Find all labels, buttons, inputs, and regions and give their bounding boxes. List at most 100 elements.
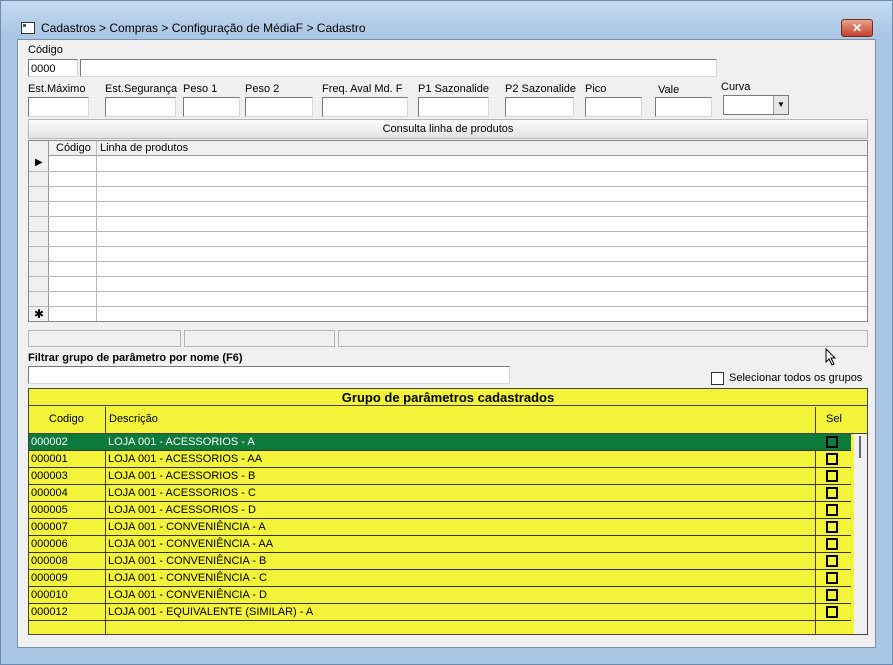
grupo-sel-checkbox[interactable] — [826, 436, 838, 448]
grupo-codigo-cell: 000007 — [31, 521, 68, 533]
grupo-row[interactable]: 000009 LOJA 001 - CONVENIÊNCIA - C — [29, 570, 851, 587]
p1-sazonalide-input[interactable] — [418, 97, 489, 117]
peso1-label: Peso 1 — [183, 83, 218, 95]
current-row-arrow-icon: ▶ — [35, 157, 43, 168]
grupos-grid-header: Codigo Descrição Sel — [29, 407, 867, 434]
grupo-descricao-cell: LOJA 001 - ACESSORIOS - B — [108, 470, 256, 482]
grupo-row[interactable]: 000008 LOJA 001 - CONVENIÊNCIA - B — [29, 553, 851, 570]
window-title: Cadastros > Compras > Configuração de Mé… — [41, 21, 366, 35]
consulta-linha-produtos-button[interactable]: Consulta linha de produtos — [28, 119, 868, 139]
codigo-label: Código — [28, 44, 63, 56]
grupo-row[interactable]: 000003 LOJA 001 - ACESSORIOS - B — [29, 468, 851, 485]
grupo-sel-checkbox[interactable] — [826, 589, 838, 601]
col-header-descricao[interactable]: Descrição — [109, 413, 158, 425]
grupo-sel-checkbox[interactable] — [826, 555, 838, 567]
curva-select[interactable]: ▼ — [723, 95, 789, 115]
col-header-sel[interactable]: Sel — [826, 413, 842, 425]
filter-label: Filtrar grupo de parâmetro por nome (F6) — [28, 352, 243, 364]
grupo-row[interactable]: 000006 LOJA 001 - CONVENIÊNCIA - AA — [29, 536, 851, 553]
grupo-descricao-cell: LOJA 001 - EQUIVALENTE (SIMILAR) - A — [108, 606, 314, 618]
grupo-sel-checkbox[interactable] — [826, 606, 838, 618]
title-bar[interactable]: Cadastros > Compras > Configuração de Mé… — [1, 1, 892, 37]
col-header-linha-produtos[interactable]: Linha de produtos — [100, 142, 188, 154]
peso2-input[interactable] — [245, 97, 313, 117]
grid-row-divider — [29, 246, 867, 247]
col-header-codigo-grupo[interactable]: Codigo — [49, 413, 84, 425]
select-all-checkbox[interactable] — [711, 372, 724, 385]
est-seguranca-label: Est.Segurança — [105, 83, 178, 95]
freq-aval-label: Freq. Aval Md. F — [322, 83, 403, 95]
select-all-label[interactable]: Selecionar todos os grupos — [729, 372, 862, 384]
app-icon — [21, 22, 35, 34]
status-panel-1 — [28, 330, 181, 347]
descricao-input[interactable] — [80, 59, 717, 77]
curva-label: Curva — [721, 81, 751, 93]
grupo-sel-checkbox[interactable] — [826, 487, 838, 499]
scrollbar-thumb[interactable] — [859, 436, 861, 458]
grupo-descricao-cell: LOJA 001 - CONVENIÊNCIA - B — [108, 555, 267, 567]
grupo-codigo-cell: 000003 — [31, 470, 68, 482]
grid-row-divider — [29, 291, 867, 292]
p2-sazonalide-label: P2 Sazonalide — [505, 83, 576, 95]
grid-row-divider — [29, 171, 867, 172]
close-button[interactable]: ✕ — [841, 19, 873, 37]
grupo-descricao-cell: LOJA 001 - CONVENIÊNCIA - AA — [108, 538, 274, 550]
grupo-sel-checkbox[interactable] — [826, 521, 838, 533]
p2-sazonalide-input[interactable] — [505, 97, 574, 117]
grid-row-divider — [29, 231, 867, 232]
pico-input[interactable] — [585, 97, 642, 117]
grupo-sel-checkbox[interactable] — [826, 504, 838, 516]
col-header-codigo[interactable]: Código — [56, 142, 91, 154]
status-panel-3 — [338, 330, 868, 347]
p1-sazonalide-label: P1 Sazonalide — [418, 83, 489, 95]
freq-aval-input[interactable] — [322, 97, 408, 117]
form-client-area: Código 0000 Est.Máximo Est.Segurança Pes… — [17, 39, 876, 648]
grupo-sel-checkbox[interactable] — [826, 572, 838, 584]
grupo-sel-checkbox[interactable] — [826, 470, 838, 482]
grupos-panel: Grupo de parâmetros cadastrados Codigo D… — [28, 388, 868, 635]
grupo-codigo-cell: 000008 — [31, 555, 68, 567]
grupo-sel-checkbox[interactable] — [826, 453, 838, 465]
produtos-grid[interactable]: Código Linha de produtos ▶ ✱ — [28, 140, 868, 322]
grid-row-divider — [29, 276, 867, 277]
est-maximo-input[interactable] — [28, 97, 89, 117]
status-panel-2 — [184, 330, 335, 347]
chevron-down-icon[interactable]: ▼ — [773, 96, 788, 114]
vale-label: Vale — [658, 84, 680, 96]
grupo-row[interactable]: 000005 LOJA 001 - ACESSORIOS - D — [29, 502, 851, 519]
grupo-sel-checkbox[interactable] — [826, 538, 838, 550]
grupo-codigo-cell: 000010 — [31, 589, 68, 601]
app-window: Cadastros > Compras > Configuração de Mé… — [0, 0, 893, 665]
grid-row-divider — [29, 216, 867, 217]
grupo-descricao-cell: LOJA 001 - ACESSORIOS - A — [108, 436, 255, 448]
grupo-descricao-cell: LOJA 001 - ACESSORIOS - AA — [108, 453, 263, 465]
grupo-descricao-cell: LOJA 001 - CONVENIÊNCIA - D — [108, 589, 267, 601]
grupo-codigo-cell: 000005 — [31, 504, 68, 516]
grupo-row[interactable]: 000007 LOJA 001 - CONVENIÊNCIA - A — [29, 519, 851, 536]
grupos-vertical-scrollbar[interactable] — [854, 434, 867, 634]
grupo-descricao-cell: LOJA 001 - ACESSORIOS - D — [108, 504, 256, 516]
grupo-row[interactable]: 000001 LOJA 001 - ACESSORIOS - AA — [29, 451, 851, 468]
grupo-codigo-cell: 000012 — [31, 606, 68, 618]
filter-input[interactable] — [28, 366, 510, 384]
est-seguranca-input[interactable] — [105, 97, 176, 117]
est-maximo-label: Est.Máximo — [28, 83, 86, 95]
grupo-descricao-cell: LOJA 001 - ACESSORIOS - C — [108, 487, 256, 499]
grupo-codigo-cell: 000009 — [31, 572, 68, 584]
grupo-row[interactable]: 000004 LOJA 001 - ACESSORIOS - C — [29, 485, 851, 502]
vale-input[interactable] — [655, 97, 712, 117]
grid-row-divider — [29, 306, 867, 307]
grupo-codigo-cell: 000002 — [31, 436, 68, 448]
grupo-row[interactable]: 000010 LOJA 001 - CONVENIÊNCIA - D — [29, 587, 851, 604]
grupo-codigo-cell: 000001 — [31, 453, 68, 465]
grid-row-divider — [29, 186, 867, 187]
codigo-input[interactable]: 0000 — [28, 59, 78, 77]
peso2-label: Peso 2 — [245, 83, 280, 95]
grupo-codigo-cell: 000004 — [31, 487, 68, 499]
grupos-panel-title: Grupo de parâmetros cadastrados — [29, 389, 867, 406]
peso1-input[interactable] — [183, 97, 240, 117]
grupo-codigo-cell: 000006 — [31, 538, 68, 550]
grupo-row[interactable]: 000012 LOJA 001 - EQUIVALENTE (SIMILAR) -… — [29, 604, 851, 621]
pico-label: Pico — [585, 83, 607, 95]
grupo-row[interactable]: 000002 LOJA 001 - ACESSORIOS - A — [29, 434, 851, 451]
